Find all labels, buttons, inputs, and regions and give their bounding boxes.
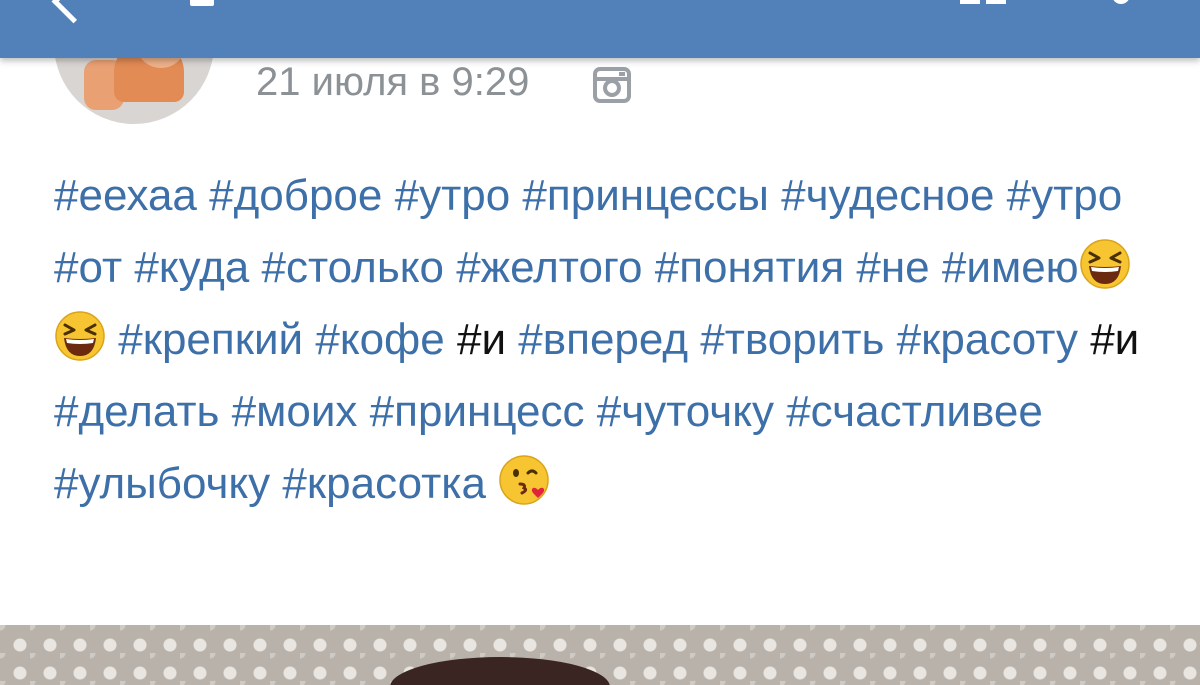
hashtag-link[interactable]: #утро [395,171,511,220]
hashtag-link[interactable]: #чудесное [781,171,994,220]
hashtag-link[interactable]: #крепкий [118,315,303,364]
post-photo[interactable] [0,625,1200,685]
hashtag-link[interactable]: #кофе [315,315,444,364]
hashtag-link[interactable]: #желтого [456,243,642,292]
more-icon[interactable] [1112,0,1130,4]
hashtag-link[interactable]: #улыбочку [54,459,270,508]
hashtag-link[interactable]: #куда [134,243,249,292]
hashtag-link[interactable]: #имею [942,243,1079,292]
instagram-icon [593,67,631,103]
hashtag-link[interactable]: #красотка [282,459,486,508]
post-text: #еехаа #доброе #утро #принцессы #чудесно… [54,160,1174,520]
hashtag-link[interactable]: #утро [1007,171,1123,220]
plain-text: #и [1090,315,1140,364]
action-icon[interactable] [960,0,1010,4]
hashtag-link[interactable]: #моих [232,387,358,436]
hashtag-link[interactable]: #творить [700,315,884,364]
hashtag-link[interactable]: #столько [262,243,444,292]
hashtag-link[interactable]: #чуточку [597,387,774,436]
hashtag-link[interactable]: #не [856,243,929,292]
post-date[interactable]: 21 июля в 9:29 [256,58,529,106]
hashtag-link[interactable]: #еехаа [54,171,197,220]
laughing-emoji-icon [1079,239,1130,289]
hashtag-link[interactable]: #доброе [209,171,382,220]
hashtag-link[interactable]: #от [54,243,122,292]
hashtag-link[interactable]: #вперед [518,315,688,364]
laughing-emoji-icon [55,311,105,361]
hashtag-link[interactable]: #счастливее [786,387,1043,436]
hashtag-link[interactable]: #принцессы [522,171,768,220]
hashtag-link[interactable]: #красоту [897,315,1078,364]
hashtag-link[interactable]: #делать [54,387,219,436]
kiss-emoji-icon [499,455,549,505]
toolbar-title-fragment [190,0,214,6]
top-app-bar [0,0,1200,58]
hashtag-link[interactable]: #принцесс [370,387,585,436]
hashtag-link[interactable]: #понятия [655,243,844,292]
back-arrow-icon[interactable] [51,0,96,24]
plain-text: #и [456,315,507,364]
